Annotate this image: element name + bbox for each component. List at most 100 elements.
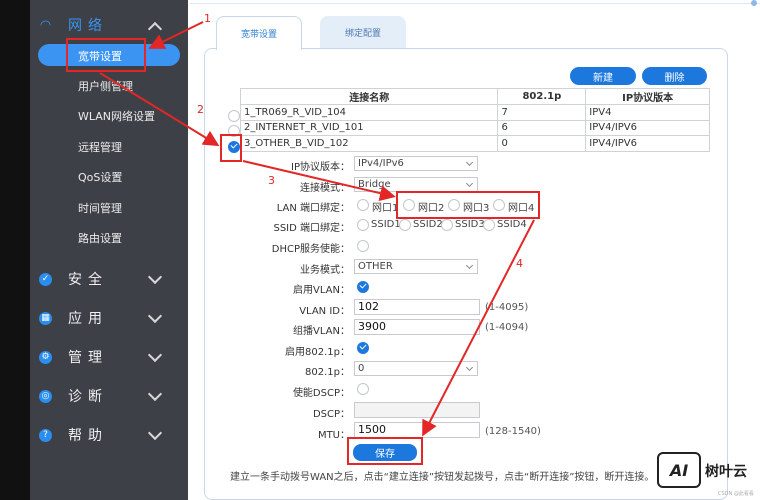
group-vlan-hint: (1-4094)	[485, 322, 529, 333]
table-cell: IPV4/IPV6	[585, 135, 710, 152]
lan-port-1-radio[interactable]	[357, 199, 369, 211]
lan-port-1-label: 网口1	[372, 203, 399, 214]
annotation-box-2	[220, 134, 242, 162]
wifi-icon: ◠	[39, 17, 52, 33]
annotation-number: 3	[268, 174, 275, 187]
ssid-2-radio[interactable]	[399, 219, 411, 231]
delete-button[interactable]: 删除	[642, 67, 707, 85]
chevron-down-icon	[147, 386, 163, 402]
lan-bind-label: LAN 端口绑定：	[276, 203, 350, 214]
vlan-enable-checkbox[interactable]	[357, 281, 369, 293]
sidebar-section-diagnose[interactable]: ◎ 诊断	[30, 381, 188, 411]
table-cell: 2_INTERNET_R_VID_101	[239, 119, 499, 136]
conn-mode-label: 连接模式：	[300, 183, 350, 194]
chevron-down-icon	[147, 425, 163, 441]
mtu-input[interactable]: 1500	[354, 422, 480, 438]
annotation-number: 2	[197, 103, 204, 116]
dscp-enable-radio[interactable]	[357, 383, 369, 395]
sidebar-item-route[interactable]: 路由设置	[78, 230, 122, 246]
sidebar-section-label: 管理	[68, 350, 108, 366]
dhcp-enable-radio[interactable]	[357, 240, 369, 252]
column-header: 连接名称	[239, 88, 499, 105]
sidebar-section-security[interactable]: ✓ 安全	[30, 264, 188, 294]
sidebar-section-label: 诊断	[68, 389, 108, 405]
top-divider	[190, 3, 760, 4]
table-cell: 7	[497, 104, 587, 121]
ssid-3-label: SSID3	[455, 219, 485, 230]
chevron-up-icon	[147, 21, 163, 37]
dhcp-label: DHCP服务使能：	[271, 244, 350, 255]
tab-bind-config[interactable]: 绑定配置	[320, 16, 406, 48]
connection-table: 连接名称 802.1p IP协议版本 1_TR069_R_VID_104 7 I…	[239, 88, 710, 152]
diagnose-icon: ◎	[39, 389, 52, 403]
vlan-id-hint: (1-4095)	[485, 302, 529, 313]
table-cell: 1_TR069_R_VID_104	[239, 104, 499, 121]
ssid-1-label: SSID1	[371, 219, 401, 230]
sidebar-section-help[interactable]: ? 帮助	[30, 420, 188, 450]
sidebar-section-apps[interactable]: ▦ 应用	[30, 303, 188, 333]
p8021-value: 0	[358, 363, 365, 374]
service-mode-value: OTHER	[358, 261, 393, 272]
watermark-small-text: CSDN @此看看	[718, 491, 754, 497]
service-mode-select[interactable]: OTHER	[354, 259, 478, 274]
chevron-down-icon	[465, 179, 474, 188]
annotation-number: 4	[516, 257, 523, 270]
sidebar-item-user-side[interactable]: 用户侧管理	[78, 78, 133, 94]
ip-version-value: IPv4/IPv6	[358, 158, 404, 169]
tab-broadband[interactable]: 宽带设置	[216, 16, 302, 50]
column-header: IP协议版本	[585, 88, 710, 105]
vlan-id-label: VLAN ID：	[299, 306, 350, 317]
sidebar-item-remote[interactable]: 远程管理	[78, 139, 122, 155]
sidebar-section-manage[interactable]: ⚙ 管理	[30, 342, 188, 372]
chevron-down-icon	[465, 261, 474, 270]
vlan-id-input[interactable]: 102	[354, 299, 480, 315]
sidebar-item-wlan[interactable]: WLAN网络设置	[78, 108, 155, 124]
watermark-logo: AI	[657, 452, 701, 488]
new-button[interactable]: 新建	[570, 67, 636, 85]
table-row[interactable]: 2_INTERNET_R_VID_101 6 IPV4/IPV6	[239, 119, 710, 136]
annotation-number: 1	[204, 12, 211, 25]
ip-version-select[interactable]: IPv4/IPv6	[354, 156, 478, 171]
ssid-3-radio[interactable]	[441, 219, 453, 231]
gear-icon: ⚙	[39, 350, 52, 364]
chevron-down-icon	[147, 269, 163, 285]
annotation-box-4	[347, 437, 423, 465]
chevron-down-icon	[465, 363, 474, 372]
ssid-2-label: SSID2	[413, 219, 443, 230]
p8021-label: 802.1p：	[305, 367, 350, 378]
p8021-select[interactable]: 0	[354, 361, 478, 376]
mtu-hint: (128-1540)	[485, 426, 541, 437]
ssid-4-radio[interactable]	[483, 219, 495, 231]
sidebar-item-time[interactable]: 时间管理	[78, 200, 122, 216]
apps-icon: ▦	[39, 311, 52, 325]
ssid-4-label: SSID4	[497, 219, 527, 230]
dscp-enable-label: 使能DSCP：	[292, 388, 350, 399]
help-icon: ?	[39, 428, 52, 442]
chevron-down-icon	[465, 158, 474, 167]
dscp-input[interactable]	[354, 402, 480, 418]
mtu-label: MTU：	[317, 430, 350, 441]
table-cell: 3_OTHER_B_VID_102	[239, 135, 499, 152]
table-row[interactable]: 1_TR069_R_VID_104 7 IPV4	[239, 104, 710, 121]
row-select-radio-1[interactable]	[228, 110, 240, 122]
sidebar-section-label: 网络	[68, 18, 108, 34]
ssid-bind-label: SSID 端口绑定：	[273, 223, 350, 234]
annotation-box-3	[396, 191, 540, 219]
column-header: 802.1p	[497, 88, 587, 105]
table-row[interactable]: 3_OTHER_B_VID_102 0 IPV4/IPV6	[239, 135, 710, 152]
table-header-row: 连接名称 802.1p IP协议版本	[239, 88, 710, 105]
table-cell: IPV4	[585, 104, 710, 121]
sidebar-section-network[interactable]: ◠ 网络	[30, 10, 188, 40]
ssid-1-radio[interactable]	[357, 219, 369, 231]
group-vlan-input[interactable]: 3900	[354, 319, 480, 335]
conn-mode-select[interactable]: Bridge	[354, 177, 478, 192]
vlan-enable-label: 启用VLAN：	[293, 285, 350, 296]
dscp-label: DSCP：	[312, 409, 350, 420]
enable-8021p-checkbox[interactable]	[357, 342, 369, 354]
enable-8021p-label: 启用802.1p：	[285, 347, 350, 358]
sidebar-section-label: 安全	[68, 272, 108, 288]
sidebar-section-label: 帮助	[68, 428, 108, 444]
top-dot	[751, 0, 757, 6]
sidebar-item-qos[interactable]: QoS设置	[78, 169, 122, 185]
chevron-down-icon	[147, 308, 163, 324]
